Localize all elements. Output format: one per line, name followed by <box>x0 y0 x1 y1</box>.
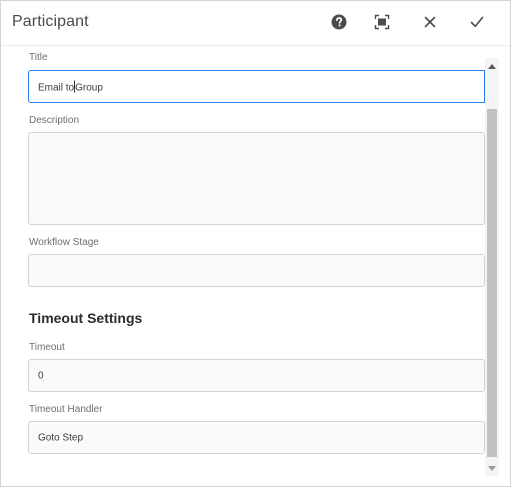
help-icon <box>331 14 347 30</box>
fullscreen-button[interactable] <box>373 13 393 33</box>
timeout-value: 0 <box>38 370 44 381</box>
workflow-stage-label: Workflow Stage <box>29 237 99 248</box>
dialog-title: Participant <box>12 13 89 30</box>
title-input[interactable]: Email toGroup <box>28 70 485 103</box>
participant-dialog: Participant Title Email toGroup Descript… <box>0 0 511 487</box>
timeout-handler-value: Goto Step <box>38 432 84 443</box>
workflow-stage-input[interactable] <box>28 254 485 287</box>
scroll-up-arrow-icon[interactable] <box>488 64 496 69</box>
checkmark-icon <box>470 16 484 28</box>
timeout-handler-label: Timeout Handler <box>29 404 103 415</box>
close-icon <box>424 16 436 28</box>
description-textarea[interactable] <box>28 132 485 225</box>
done-button[interactable] <box>468 13 488 33</box>
timeout-input[interactable]: 0 <box>28 359 485 392</box>
vertical-scrollbar[interactable] <box>485 58 499 476</box>
timeout-handler-select[interactable]: Goto Step <box>28 421 485 454</box>
timeout-settings-heading: Timeout Settings <box>29 310 143 326</box>
dialog-body: Title Email toGroup Description Workflow… <box>1 46 485 478</box>
description-label: Description <box>29 115 80 126</box>
help-button[interactable] <box>330 13 350 33</box>
scroll-thumb[interactable] <box>487 109 497 457</box>
scroll-down-arrow-icon[interactable] <box>488 466 496 471</box>
dialog-header: Participant <box>1 1 510 46</box>
fullscreen-icon <box>374 14 390 30</box>
title-label: Title <box>29 52 48 63</box>
close-button[interactable] <box>421 13 441 33</box>
title-input-value: Email toGroup <box>38 80 103 93</box>
timeout-label: Timeout <box>29 342 65 353</box>
